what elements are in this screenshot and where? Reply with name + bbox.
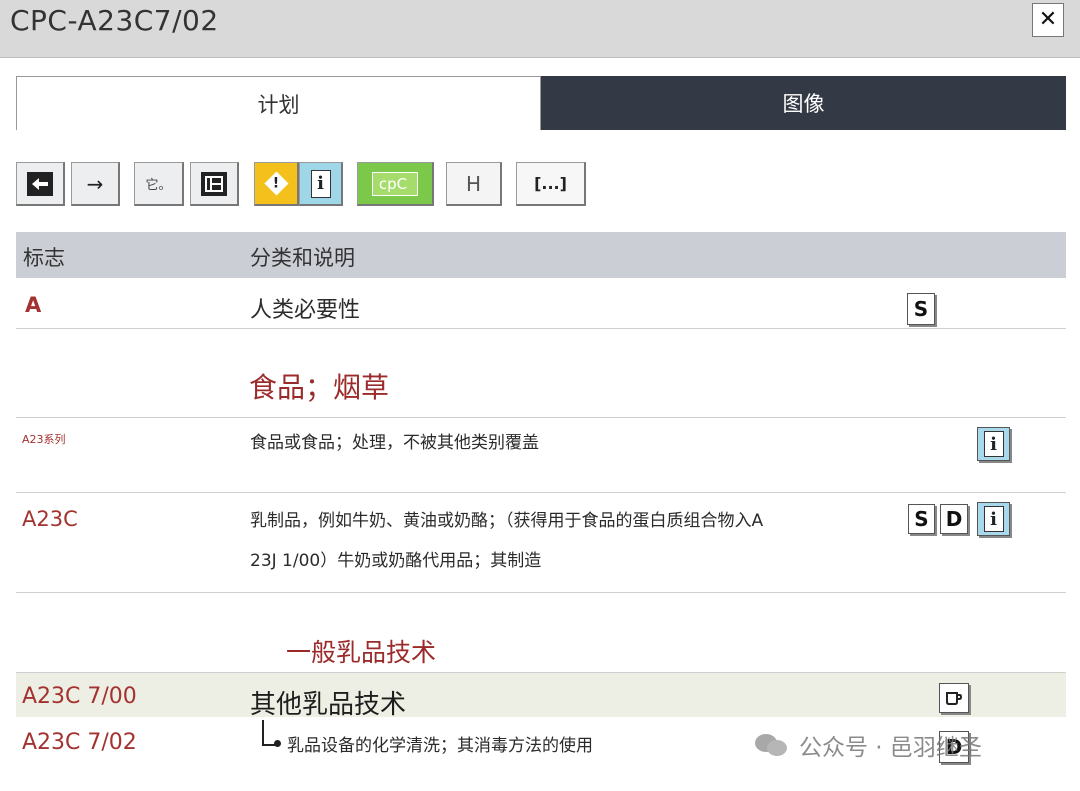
group-code[interactable]: A23C 7/02 [22,730,137,755]
arrow-left-icon [27,171,53,196]
table-header: 标志 分类和说明 [16,232,1066,278]
notes-icon: 它。 [145,178,172,193]
group-title: 乳品设备的化学清洗；其消毒方法的使用 [287,736,593,756]
cup-icon[interactable] [939,683,969,713]
row-divider [16,492,1066,493]
row-divider [16,328,1066,329]
info-icon[interactable]: i [977,502,1010,536]
notes-button[interactable]: 它。 [134,162,184,206]
title-bar: CPC-A23C7/02 ✕ [0,0,1080,58]
h-button[interactable]: H [446,162,502,206]
col-header-description: 分类和说明 [250,246,355,270]
tree-bullet [274,740,281,747]
class-code[interactable]: A [25,293,41,317]
section-heading: 食品；烟草 [249,371,390,404]
tab-image[interactable]: 图像 [541,76,1066,130]
close-icon: ✕ [1038,7,1058,32]
info-button[interactable]: i [299,162,343,206]
warning-button[interactable]: ! [254,162,299,206]
cpc-label: cpC [371,171,419,196]
warning-icon: ! [263,171,289,196]
hierarchy-icon [201,171,227,196]
group-code[interactable]: A23C 7/00 [22,684,137,709]
info-icon: i [304,163,337,204]
back-button[interactable] [16,162,65,206]
row-divider [16,592,1066,593]
class-title: 人类必要性 [250,298,361,323]
h-label: H [465,171,482,196]
more-label: [...] [534,174,567,193]
cpc-button[interactable]: cpC [357,162,434,206]
class-title-line2: 23J 1/00）牛奶或奶酪代用品；其制造 [250,551,542,571]
wechat-logo-icon [755,732,789,758]
section-heading: 一般乳品技术 [286,638,437,667]
class-code[interactable]: A23C [22,507,78,531]
tab-plan[interactable]: 计划 [16,76,541,130]
window-title: CPC-A23C7/02 [10,4,219,37]
row-divider [16,417,1066,418]
table-row-highlight [16,673,1066,717]
info-icon[interactable]: i [977,427,1010,461]
close-button[interactable]: ✕ [1032,3,1064,37]
scheme-icon[interactable]: S [907,293,935,325]
watermark-text: 公众号 · 邑羽继圣 [799,735,982,761]
tree-button[interactable] [190,162,239,206]
definition-icon[interactable]: D [940,504,968,534]
arrow-right-icon: → [86,171,104,196]
scheme-icon[interactable]: S [908,504,935,534]
more-button[interactable]: [...] [516,162,586,206]
col-header-symbol: 标志 [23,246,65,270]
class-title: 食品或食品；处理，不被其他类别覆盖 [250,433,539,453]
class-title-line1: 乳制品，例如牛奶、黄油或奶酪；（获得用于食品的蛋白质组合物入A [250,511,764,531]
class-code[interactable]: A23系列 [22,431,66,447]
group-title: 其他乳品技术 [250,690,407,720]
watermark: 公众号 · 邑羽继圣 [755,728,982,762]
forward-button[interactable]: → [71,162,120,206]
